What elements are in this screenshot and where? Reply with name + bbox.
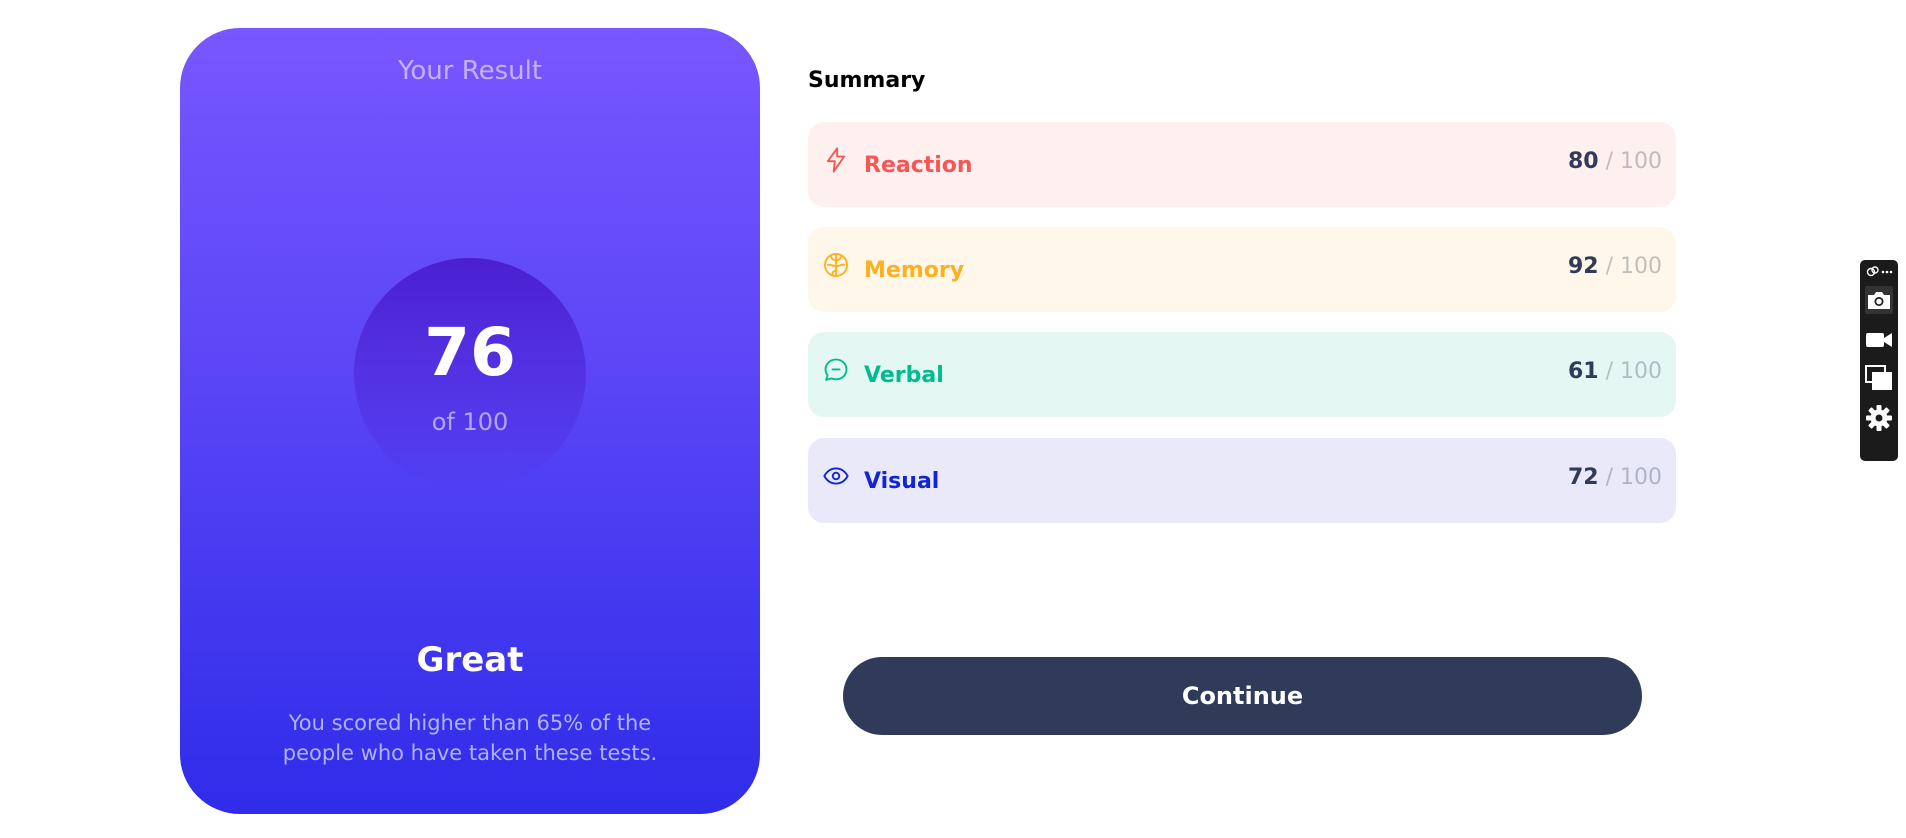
continue-button[interactable]: Continue — [843, 657, 1642, 735]
summary-item-label: Visual — [864, 469, 940, 494]
result-card: Your Result 76 of 100 Great You scored h… — [180, 28, 760, 814]
summary-item-label: Memory — [864, 258, 965, 283]
score-value: 61 — [1567, 359, 1599, 384]
speech-bubble-icon — [824, 358, 848, 381]
summary-item-label: Reaction — [864, 153, 973, 178]
settings-gear-icon[interactable] — [1865, 404, 1893, 432]
lightning-icon — [826, 147, 846, 173]
eye-icon — [823, 467, 849, 485]
side-toolbar — [1860, 260, 1898, 461]
score-value: 92 — [1567, 254, 1599, 279]
video-camera-icon[interactable] — [1865, 326, 1893, 354]
score-separator: / — [1605, 254, 1613, 279]
summary-title: Summary — [808, 68, 926, 93]
score-separator: / — [1605, 149, 1613, 174]
summary-item-verbal: Verbal 61 / 100 — [808, 332, 1676, 417]
score-circle: 76 of 100 — [354, 258, 586, 490]
link-icon — [1866, 266, 1893, 277]
screenshot-icon[interactable] — [1865, 286, 1893, 314]
score-value: 80 — [1567, 149, 1599, 174]
summary-item-label: Verbal — [864, 363, 944, 388]
summary-item-score: 72 / 100 — [1568, 465, 1662, 490]
result-title: Your Result — [397, 56, 543, 86]
results-page: Your Result 76 of 100 Great You scored h… — [0, 0, 1906, 838]
summary-item-memory: Memory 92 / 100 — [808, 227, 1676, 312]
score-separator: / — [1605, 465, 1613, 490]
score-separator: / — [1605, 359, 1613, 384]
summary-item-score: 61 / 100 — [1568, 359, 1662, 384]
result-description: You scored higher than 65% of the people… — [282, 711, 658, 765]
rating-label: Great — [416, 640, 524, 680]
score-value: 72 — [1567, 465, 1599, 490]
summary-item-score: 92 / 100 — [1568, 254, 1662, 279]
summary-item-visual: Visual 72 / 100 — [808, 438, 1676, 523]
score-max: 100 — [1620, 149, 1662, 174]
score-value: 76 — [424, 314, 516, 391]
score-max: 100 — [1620, 254, 1662, 279]
score-max: 100 — [1620, 359, 1662, 384]
score-max: 100 — [1620, 465, 1662, 490]
summary-item-score: 80 / 100 — [1568, 149, 1662, 174]
summary-item-reaction: Reaction 80 / 100 — [808, 122, 1676, 207]
toolbar-drag-handle[interactable] — [1864, 264, 1894, 280]
windows-icon[interactable] — [1865, 364, 1893, 392]
brain-icon — [823, 252, 849, 278]
score-total: of 100 — [431, 408, 509, 436]
